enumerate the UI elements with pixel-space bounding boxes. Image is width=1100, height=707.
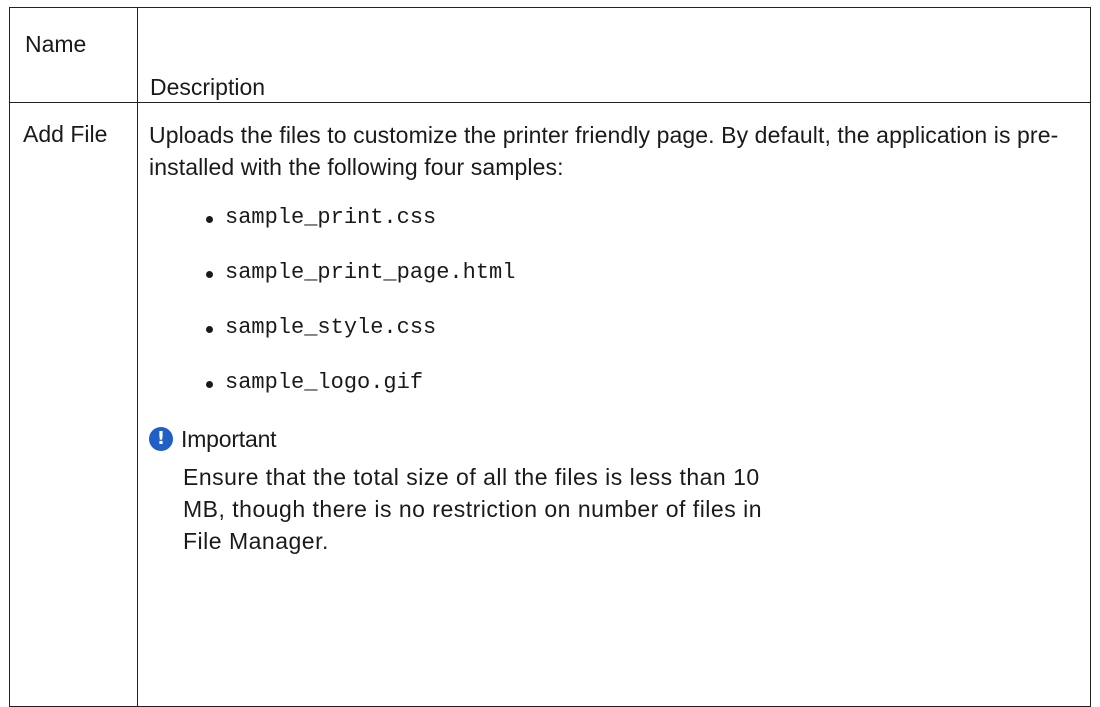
list-item: sample_print.css xyxy=(149,199,1090,254)
list-item: sample_style.css xyxy=(149,309,1090,364)
description-table: Name Description Add File Uploads the fi… xyxy=(9,7,1091,707)
table-header-row: Name Description xyxy=(9,7,1091,103)
important-text: Ensure that the total size of all the fi… xyxy=(183,464,763,554)
row-description: Uploads the files to customize the print… xyxy=(137,102,1091,707)
sample-file-name: sample_style.css xyxy=(225,315,437,340)
bullet-icon xyxy=(206,326,213,333)
important-title: Important xyxy=(181,426,277,452)
sample-file-list: sample_print.css sample_print_page.html … xyxy=(149,199,1090,419)
bullet-icon xyxy=(206,381,213,388)
sample-file-name: sample_logo.gif xyxy=(225,370,424,395)
important-heading: ! Important xyxy=(149,421,1090,457)
header-name: Name xyxy=(9,7,138,103)
list-item: sample_logo.gif xyxy=(149,364,1090,419)
exclamation-circle-icon: ! xyxy=(149,427,173,451)
bullet-icon xyxy=(206,271,213,278)
description-intro: Uploads the files to customize the print… xyxy=(149,122,1059,180)
bullet-icon xyxy=(206,216,213,223)
sample-file-name: sample_print_page.html xyxy=(225,260,516,285)
list-item: sample_print_page.html xyxy=(149,254,1090,309)
row-name: Add File xyxy=(9,102,138,707)
table-row: Add File Uploads the files to customize … xyxy=(9,102,1091,707)
important-note: ! Important Ensure that the total size o… xyxy=(149,421,1090,557)
header-description: Description xyxy=(137,7,1091,103)
sample-file-name: sample_print.css xyxy=(225,205,437,230)
